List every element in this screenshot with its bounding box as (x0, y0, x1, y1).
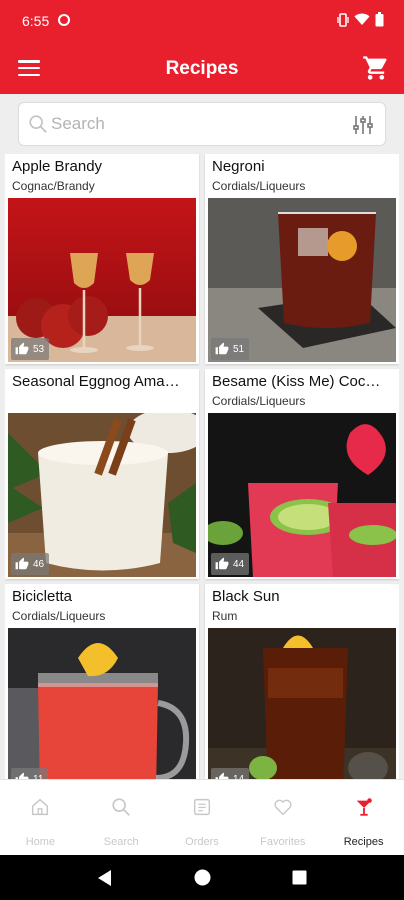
search-bar (18, 102, 386, 146)
thumbs-up-icon (15, 772, 29, 779)
home-circle-icon[interactable] (194, 869, 211, 886)
recipe-image: 46 (8, 413, 196, 577)
recipe-card[interactable]: Negroni Cordials/Liqueurs 51 (205, 154, 399, 364)
recipe-image: 44 (208, 413, 396, 577)
recipe-category: Cordials/Liqueurs (212, 394, 306, 408)
app-bar: Recipes (0, 42, 404, 94)
nav-recipes[interactable]: Recipes (323, 780, 404, 855)
like-count[interactable]: 11 (11, 768, 49, 779)
recipe-name: Negroni (212, 158, 265, 175)
recipe-name: Besame (Kiss Me) Coc… (212, 373, 381, 390)
like-count[interactable]: 14 (211, 768, 250, 779)
thumbs-up-icon (15, 342, 29, 355)
like-count-value: 51 (233, 343, 245, 355)
recipe-image: 14 (208, 628, 396, 779)
heart-icon (274, 799, 292, 816)
recipe-category: Cordials/Liqueurs (212, 179, 306, 193)
page-title: Recipes (165, 58, 239, 79)
nav-label: Orders (185, 836, 219, 848)
recipe-category: Cognac/Brandy (12, 179, 95, 193)
orders-icon (193, 798, 211, 816)
recipe-category: Cordials/Liqueurs (12, 609, 106, 623)
status-time: 6:55 (22, 13, 50, 29)
like-count[interactable]: 51 (211, 338, 250, 360)
like-count-value: 53 (33, 343, 45, 355)
home-icon (32, 798, 49, 816)
like-count-value: 44 (233, 558, 245, 570)
recipe-card[interactable]: Apple Brandy Cognac/Brandy 53 (5, 154, 199, 364)
recipe-name: Black Sun (212, 588, 280, 605)
nav-label: Search (103, 836, 139, 848)
system-nav-bar (0, 855, 404, 900)
recipe-name: Apple Brandy (12, 158, 103, 175)
nav-favorites[interactable]: Favorites (242, 780, 323, 855)
nav-home[interactable]: Home (0, 780, 81, 855)
filter-sliders-icon[interactable] (351, 113, 375, 137)
like-count-value: 46 (33, 558, 45, 570)
thumbs-up-icon (215, 557, 229, 570)
wifi-icon (354, 13, 370, 25)
battery-icon (375, 12, 384, 27)
recipe-image: 53 (8, 198, 196, 362)
nav-label: Recipes (343, 836, 384, 848)
status-icons (337, 12, 384, 27)
nav-orders[interactable]: Orders (162, 780, 243, 855)
recents-icon[interactable] (292, 870, 307, 885)
recipe-name: Seasonal Eggnog Ama… (12, 373, 180, 390)
cart-icon[interactable] (362, 54, 390, 82)
recipe-card[interactable]: Seasonal Eggnog Ama… 46 (5, 369, 199, 579)
bottom-nav: Home Search Orders Favorites Recipes (0, 779, 404, 855)
status-bar: 6:55 (0, 0, 404, 42)
nav-label: Favorites (260, 836, 306, 848)
search-icon (29, 115, 47, 133)
recipe-image: 11 (8, 628, 196, 779)
nav-search[interactable]: Search (81, 780, 162, 855)
like-count[interactable]: 46 (11, 553, 50, 575)
vibrate-icon (337, 12, 349, 27)
thumbs-up-icon (215, 772, 229, 779)
notification-icon (58, 14, 70, 26)
recipe-card[interactable]: Bicicletta Cordials/Liqueurs 11 (5, 584, 199, 779)
nav-label: Home (25, 836, 56, 848)
recipe-card[interactable]: Besame (Kiss Me) Coc… Cordials/Liqueurs … (205, 369, 399, 579)
recipe-grid: Apple Brandy Cognac/Brandy 53 Negroni Co… (5, 154, 399, 779)
like-count[interactable]: 53 (11, 338, 50, 360)
search-icon (112, 798, 131, 816)
like-count[interactable]: 44 (211, 553, 250, 575)
thumbs-up-icon (215, 342, 229, 355)
recipe-image: 51 (208, 198, 396, 362)
search-input[interactable] (51, 103, 341, 145)
thumbs-up-icon (15, 557, 29, 570)
recipe-category: Rum (212, 609, 238, 623)
recipe-name: Bicicletta (12, 588, 73, 605)
recipe-card[interactable]: Black Sun Rum 14 (205, 584, 399, 779)
cocktail-icon (356, 798, 372, 816)
back-icon[interactable] (97, 869, 113, 887)
